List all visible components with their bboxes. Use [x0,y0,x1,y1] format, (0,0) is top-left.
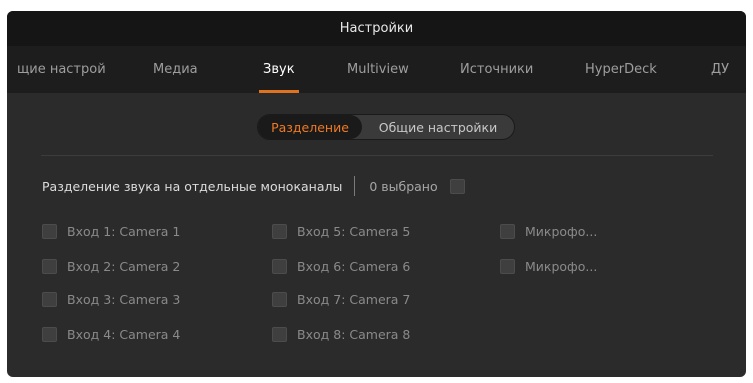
input-checkbox-row[interactable]: Вход 7: Camera 7 [272,290,410,308]
tab-label: ДУ [711,62,730,77]
input-checkbox[interactable] [42,223,57,239]
tab-label: Звук [263,62,295,77]
input-checkbox-row[interactable]: Вход 8: Camera 8 [272,325,410,343]
input-checkbox[interactable] [42,258,57,274]
input-checkbox-row[interactable]: Вход 1: Camera 1 [42,222,180,240]
tab-hyperdeck[interactable]: HyperDeck [585,46,657,93]
input-label: Вход 1: Camera 1 [67,223,181,239]
tab-general[interactable]: щие настрой [17,46,106,93]
input-checkbox[interactable] [272,223,287,239]
input-checkbox-row[interactable]: Вход 4: Camera 4 [42,325,180,343]
input-checkbox-row[interactable]: Вход 6: Camera 6 [272,257,410,275]
settings-window: Настройки щие настрой Медиа Звук Multivi… [7,11,746,377]
input-checkbox-row[interactable]: Вход 3: Camera 3 [42,290,180,308]
tab-label: щие настрой [17,62,106,77]
input-label: Вход 3: Camera 3 [67,291,181,307]
input-label: Вход 4: Camera 4 [67,326,181,342]
split-header-row: Разделение звука на отдельные моноканалы… [42,175,465,197]
input-label: Вход 7: Camera 7 [297,291,411,307]
window-titlebar: Настройки [7,11,746,46]
input-label: Микрофо... [525,258,598,274]
input-checkbox[interactable] [500,258,515,274]
window-title: Настройки [339,21,414,36]
tab-audio[interactable]: Звук [259,46,299,93]
input-checkbox[interactable] [42,326,57,342]
selected-count: 0 выбрано [369,178,438,194]
tab-label: Multiview [347,62,409,77]
mic-checkbox-row[interactable]: Микрофо... [500,257,597,275]
input-checkbox-row[interactable]: Вход 5: Camera 5 [272,222,410,240]
input-checkbox[interactable] [42,291,57,307]
input-checkbox-row[interactable]: Вход 2: Camera 2 [42,257,180,275]
input-label: Микрофо... [525,223,598,239]
tab-label: HyperDeck [585,62,657,77]
section-divider [41,155,713,156]
input-label: Вход 6: Camera 6 [297,258,411,274]
segment-general-settings-button[interactable]: Общие настройки [362,115,514,139]
select-all-checkbox[interactable] [449,178,465,194]
segment-split-button[interactable]: Разделение [258,115,362,139]
tab-bar: щие настрой Медиа Звук Multiview Источни… [7,46,746,93]
active-tab-indicator [259,90,299,93]
input-checkbox[interactable] [272,258,287,274]
input-checkbox[interactable] [500,223,515,239]
tab-label: Источники [460,62,534,77]
tab-multiview[interactable]: Multiview [347,46,409,93]
input-checkbox[interactable] [272,291,287,307]
input-label: Вход 2: Camera 2 [67,258,181,274]
mic-checkbox-row[interactable]: Микрофо... [500,222,597,240]
tab-media[interactable]: Медиа [153,46,198,93]
vertical-separator [354,176,356,196]
tab-sources[interactable]: Источники [460,46,533,93]
input-label: Вход 5: Camera 5 [297,223,411,239]
input-label: Вход 8: Camera 8 [297,326,411,342]
tab-label: Медиа [153,62,198,77]
input-checkbox[interactable] [272,326,287,342]
tab-remote[interactable]: ДУ [711,46,729,93]
split-label: Разделение звука на отдельные моноканалы [42,178,343,194]
audio-mode-segmented-control: Разделение Общие настройки [257,114,515,140]
